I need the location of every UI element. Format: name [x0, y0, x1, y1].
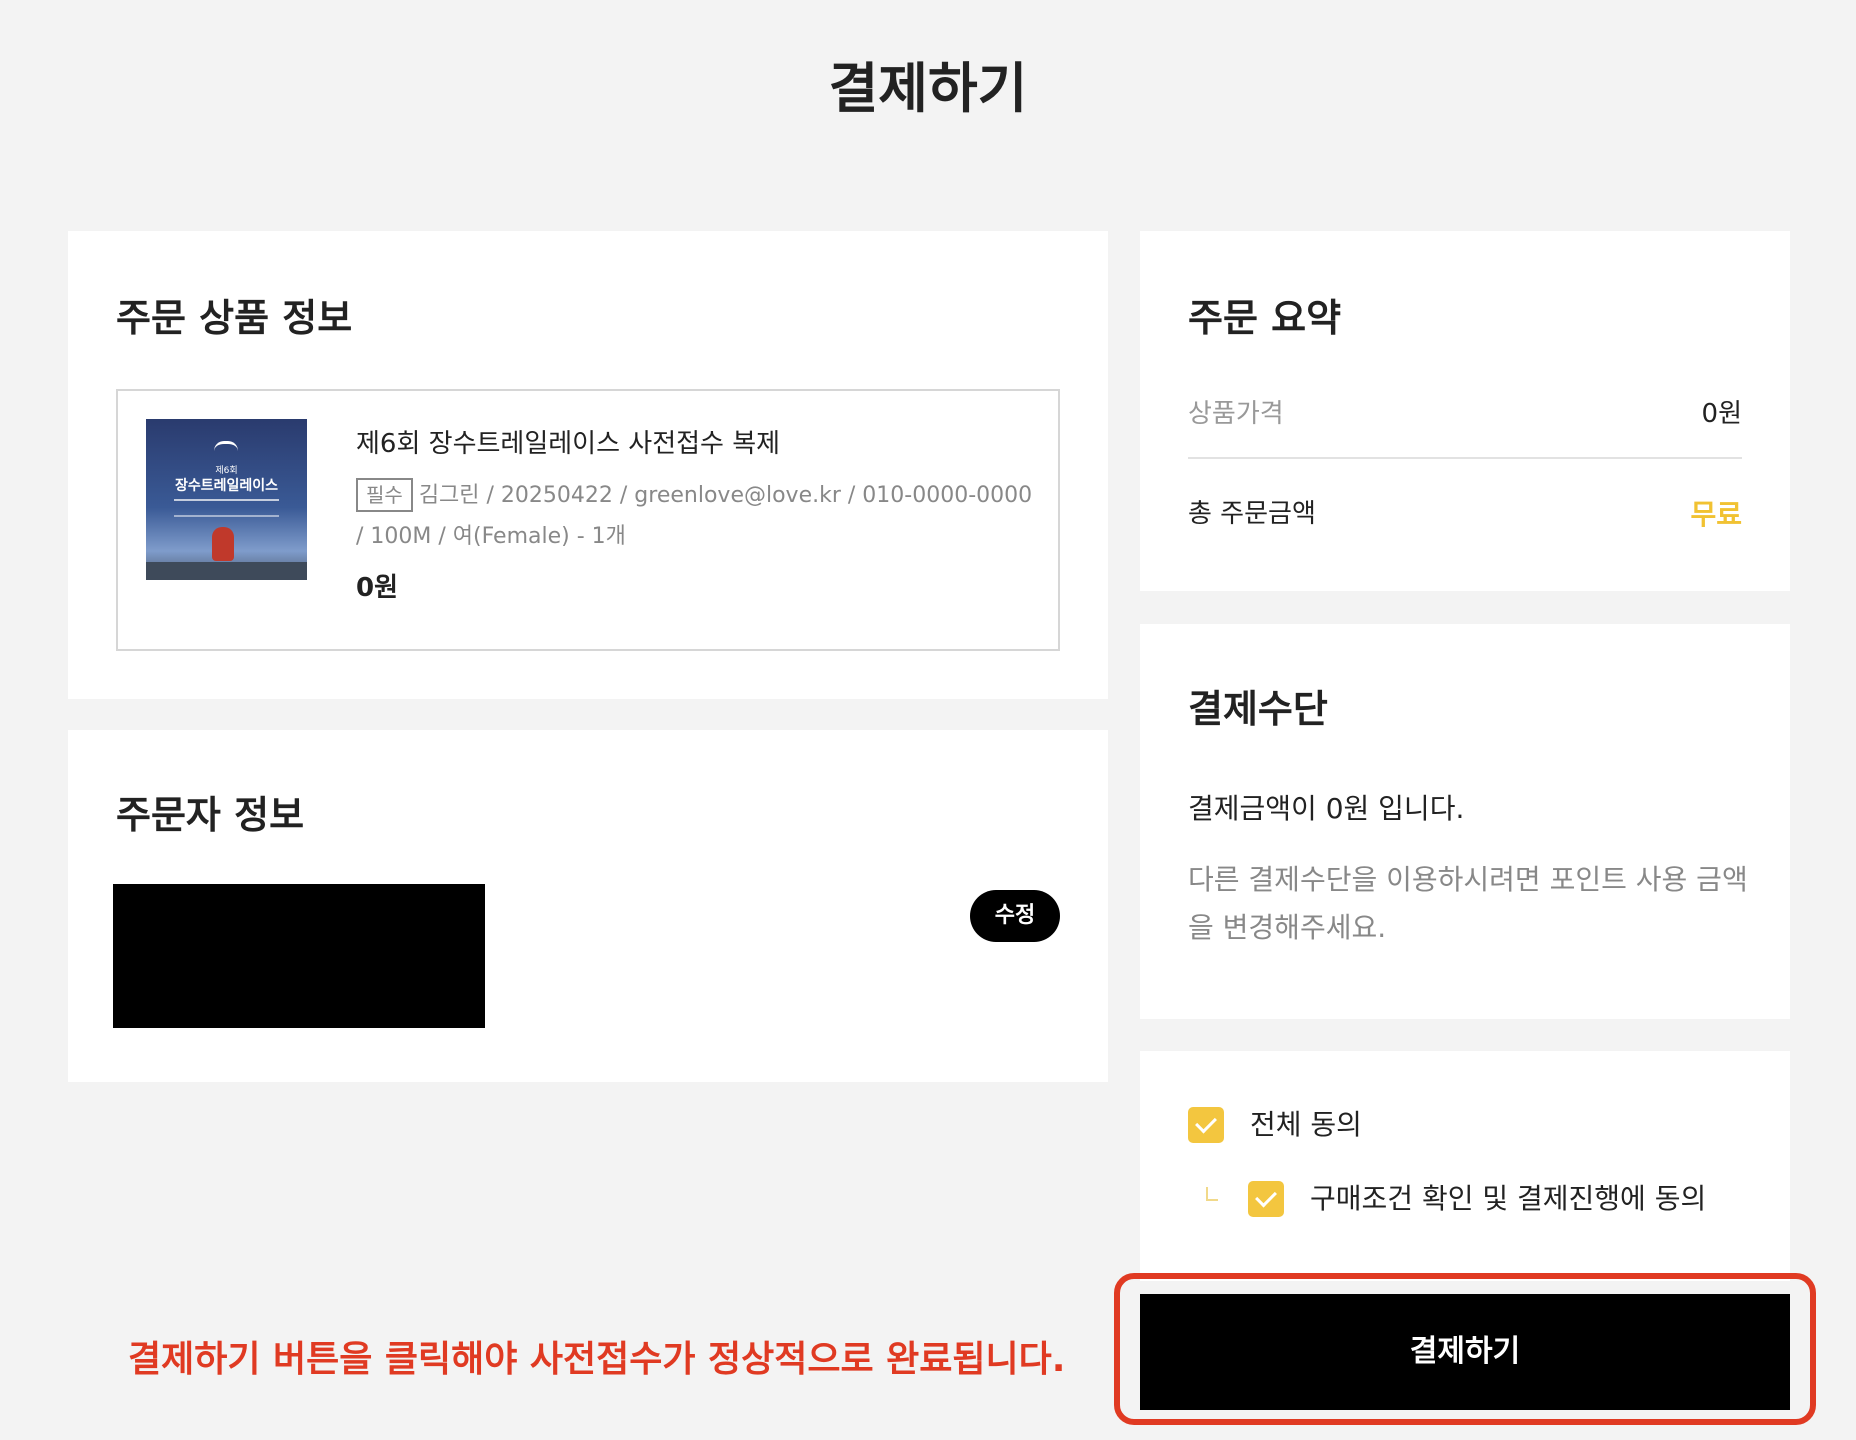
- product-item: 제6회 장수트레일레이스 제6회 장수트레일레이스 사전접수 복제 필수 김그린 …: [116, 389, 1060, 651]
- orderer-info-card: 주문자 정보 수정: [68, 730, 1108, 1082]
- order-product-card: 주문 상품 정보 제6회 장수트레일레이스 제6회 장수트레일레이스 사전접수 …: [68, 231, 1108, 699]
- order-summary-title: 주문 요약: [1188, 296, 1342, 340]
- payment-method-title: 결제수단: [1188, 687, 1328, 731]
- thumbnail-event-name: 장수트레일레이스: [174, 478, 279, 494]
- product-options: 필수 김그린 / 20250422 / greenlove@love.kr / 0…: [356, 475, 1036, 557]
- product-thumbnail: 제6회 장수트레일레이스: [146, 419, 307, 580]
- order-product-title: 주문 상품 정보: [116, 296, 353, 340]
- order-summary-card: 주문 요약 상품가격 0원 총 주문금액 무료: [1140, 231, 1790, 591]
- payment-amount-text: 결제금액이 0원 입니다.: [1188, 792, 1465, 825]
- agreement-card: 전체 동의 구매조건 확인 및 결제진행에 동의: [1140, 1051, 1790, 1281]
- thumbnail-ground: [146, 562, 307, 580]
- checkout-page: 결제하기 주문 상품 정보 제6회 장수트레일레이스 제6회 장수트레일레이스 …: [0, 0, 1856, 1440]
- pay-button[interactable]: 결제하기: [1140, 1294, 1790, 1410]
- payment-method-card: 결제수단 결제금액이 0원 입니다. 다른 결제수단을 이용하시려면 포인트 사…: [1140, 624, 1790, 1019]
- product-options-line2: / 100M / 여(Female) - 1개: [356, 524, 626, 549]
- product-price-value: 0원: [1701, 399, 1742, 429]
- payment-notice: 결제하기 버튼을 클릭해야 사전접수가 정상적으로 완료됩니다.: [128, 1339, 1066, 1380]
- orderer-info-title: 주문자 정보: [116, 793, 305, 837]
- agree-terms-label[interactable]: 구매조건 확인 및 결제진행에 동의: [1310, 1177, 1706, 1217]
- event-logo-icon: [214, 441, 238, 451]
- required-badge: 필수: [356, 478, 413, 512]
- product-options-line1: 김그린 / 20250422 / greenlove@love.kr / 010…: [418, 483, 1033, 508]
- page-title: 결제하기: [828, 57, 1028, 120]
- total-amount-label: 총 주문금액: [1188, 499, 1316, 529]
- summary-divider: [1188, 457, 1742, 459]
- runner-figure-icon: [212, 527, 234, 561]
- payment-method-note: 다른 결제수단을 이용하시려면 포인트 사용 금액을 변경해주세요.: [1188, 863, 1748, 944]
- sub-item-marker-icon: [1206, 1187, 1218, 1201]
- agree-terms-checkbox[interactable]: [1248, 1181, 1284, 1217]
- agree-all-checkbox[interactable]: [1188, 1107, 1224, 1143]
- product-price: 0원: [356, 573, 399, 603]
- product-price-label: 상품가격: [1188, 399, 1284, 429]
- thumbnail-info-lines: [174, 499, 279, 517]
- total-amount-value: 무료: [1690, 498, 1742, 531]
- product-name: 제6회 장수트레일레이스 사전접수 복제: [356, 429, 781, 459]
- agree-all-label[interactable]: 전체 동의: [1250, 1103, 1362, 1143]
- redacted-orderer-details: [113, 884, 485, 1028]
- edit-orderer-button[interactable]: 수정: [970, 890, 1060, 942]
